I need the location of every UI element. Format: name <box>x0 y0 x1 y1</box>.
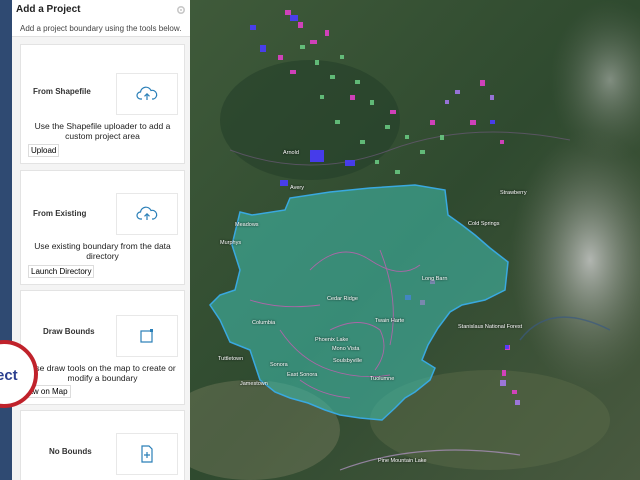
card-description: Use existing boundary from the data dire… <box>34 241 171 261</box>
map-label: Sonora <box>270 362 288 368</box>
gear-icon[interactable] <box>176 5 186 15</box>
existing-boundary-tile[interactable] <box>116 193 178 235</box>
panel-title: Add a Project <box>16 4 81 15</box>
map-label: Tuolumne <box>370 376 395 382</box>
map-label: Soulsbyville <box>333 358 363 364</box>
launch-directory-button[interactable]: Launch Directory <box>28 265 95 278</box>
card-draw-bounds: Draw Bounds Use draw tools on the map to… <box>17 290 185 405</box>
map-label: Jamestown <box>240 381 268 387</box>
card-title: Draw Bounds <box>43 327 95 336</box>
card-description: Use draw tools on the map to create or m… <box>29 363 176 383</box>
map-label: Tuttletown <box>218 356 244 362</box>
panel-subtitle: Add a project boundary using the tools b… <box>20 24 182 33</box>
map-label: Avery <box>290 185 304 191</box>
logo-text: ect <box>0 367 18 384</box>
add-project-panel: Add a Project Add a project boundary usi… <box>12 0 190 480</box>
left-rail <box>0 0 12 480</box>
card-title: From Existing <box>33 209 87 218</box>
card-no-bounds: No Bounds <box>20 410 185 480</box>
shapefile-upload-tile[interactable] <box>116 73 178 115</box>
map-label: Twain Harte <box>375 318 405 324</box>
map-label: East Sonora <box>287 372 318 378</box>
map-label: Mono Vista <box>332 346 360 352</box>
map-label: Pine Mountain Lake <box>378 458 427 464</box>
panel-header: Add a Project Add a project boundary usi… <box>12 0 190 37</box>
map-label: Cedar Ridge <box>327 296 358 302</box>
map-label: Phoenix Lake <box>315 337 349 343</box>
card-from-existing: From Existing Use existing boundary from… <box>20 170 185 285</box>
cloud-upload-icon <box>136 206 158 220</box>
upload-button[interactable]: Upload <box>28 144 60 157</box>
card-from-shapefile: From Shapefile Use the Shapefile uploade… <box>20 44 185 164</box>
map-label: Stanislaus National Forest <box>458 324 523 330</box>
draw-bounds-tile[interactable] <box>116 315 178 357</box>
add-file-icon <box>141 445 153 463</box>
satellite-map[interactable]: Arnold Avery Strawberry Cold Springs Mea… <box>190 0 640 480</box>
card-title: No Bounds <box>49 447 92 456</box>
map-label: Strawberry <box>500 190 527 196</box>
map-label: Columbia <box>252 320 276 326</box>
map-canvas[interactable] <box>190 0 640 480</box>
map-label: Murphys <box>220 240 242 246</box>
map-label: Arnold <box>283 150 299 156</box>
cloud-upload-icon <box>136 86 158 100</box>
map-label: Cold Springs <box>468 221 500 227</box>
map-label: Meadows <box>235 222 259 228</box>
no-bounds-tile[interactable] <box>116 433 178 475</box>
map-label: Long Barn <box>422 276 448 282</box>
card-title: From Shapefile <box>33 87 91 96</box>
draw-square-icon <box>140 329 153 343</box>
card-description: Use the Shapefile uploader to add a cust… <box>34 121 171 141</box>
